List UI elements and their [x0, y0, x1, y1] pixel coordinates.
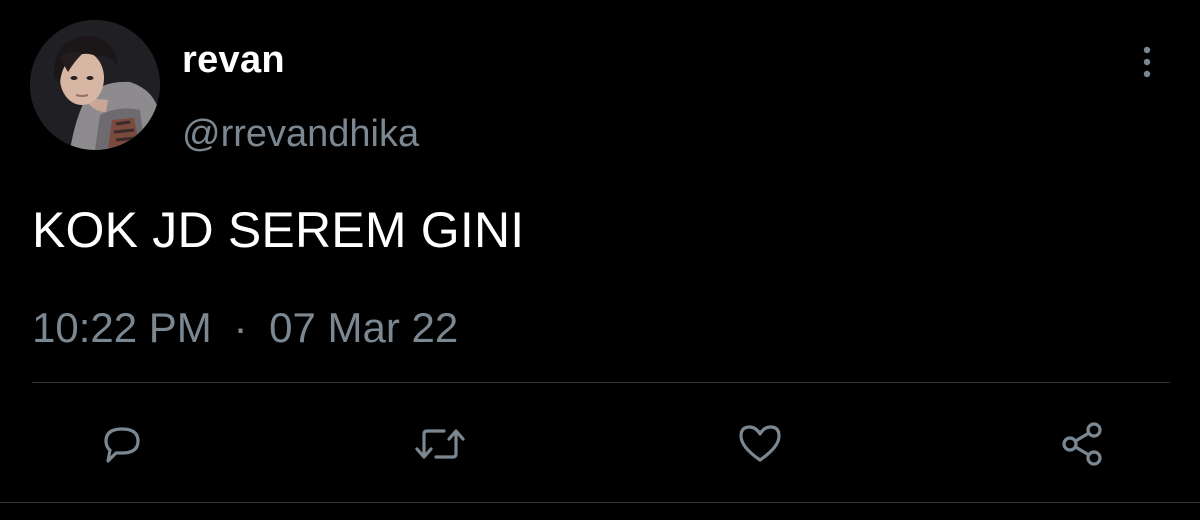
reply-button[interactable] [94, 418, 150, 470]
avatar[interactable] [30, 20, 160, 150]
user-handle[interactable]: @rrevandhika [182, 112, 419, 156]
heart-icon [739, 425, 781, 462]
divider [32, 382, 1170, 383]
more-options-button[interactable] [1128, 42, 1166, 86]
tweet-detail: revan @rrevandhika KOK JD SEREM GINI 10:… [0, 0, 1200, 520]
timestamp-separator: · [233, 304, 248, 351]
share-icon [1062, 422, 1102, 466]
more-vertical-icon [1143, 46, 1151, 78]
share-button[interactable] [1054, 418, 1110, 470]
like-button[interactable] [732, 418, 788, 470]
retweet-button[interactable] [412, 418, 468, 470]
display-name[interactable]: revan [182, 38, 285, 82]
retweet-icon [415, 429, 465, 459]
tweet-time: 10:22 PM [32, 304, 212, 351]
profile-photo-icon [30, 20, 160, 150]
bottom-divider [0, 502, 1200, 503]
timestamp[interactable]: 10:22 PM · 07 Mar 22 [32, 304, 458, 352]
reply-icon [104, 427, 140, 463]
tweet-date: 07 Mar 22 [269, 304, 459, 351]
tweet-text: KOK JD SEREM GINI [32, 202, 525, 258]
